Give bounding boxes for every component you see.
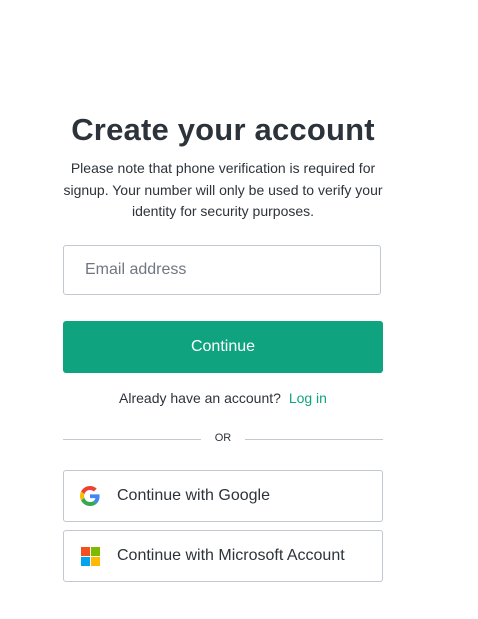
or-divider: OR	[63, 430, 383, 448]
email-field[interactable]	[63, 245, 381, 295]
microsoft-icon	[80, 546, 100, 566]
login-link[interactable]: Log in	[289, 390, 327, 406]
login-prompt: Already have an account?	[119, 390, 281, 406]
continue-button[interactable]: Continue	[63, 321, 383, 373]
microsoft-button[interactable]: Continue with Microsoft Account	[63, 530, 383, 582]
microsoft-button-label: Continue with Microsoft Account	[117, 547, 345, 564]
page-title: Create your account	[71, 112, 375, 147]
google-icon	[80, 486, 100, 506]
google-button[interactable]: Continue with Google	[63, 470, 383, 522]
google-button-label: Continue with Google	[117, 487, 270, 504]
divider-label: OR	[214, 432, 232, 444]
signup-page: Create your account Please note that pho…	[0, 0, 478, 619]
page-subtitle: Please note that phone verification is r…	[63, 160, 383, 219]
login-row: Already have an account? Log in	[0, 390, 446, 406]
divider-line-right	[245, 439, 383, 440]
